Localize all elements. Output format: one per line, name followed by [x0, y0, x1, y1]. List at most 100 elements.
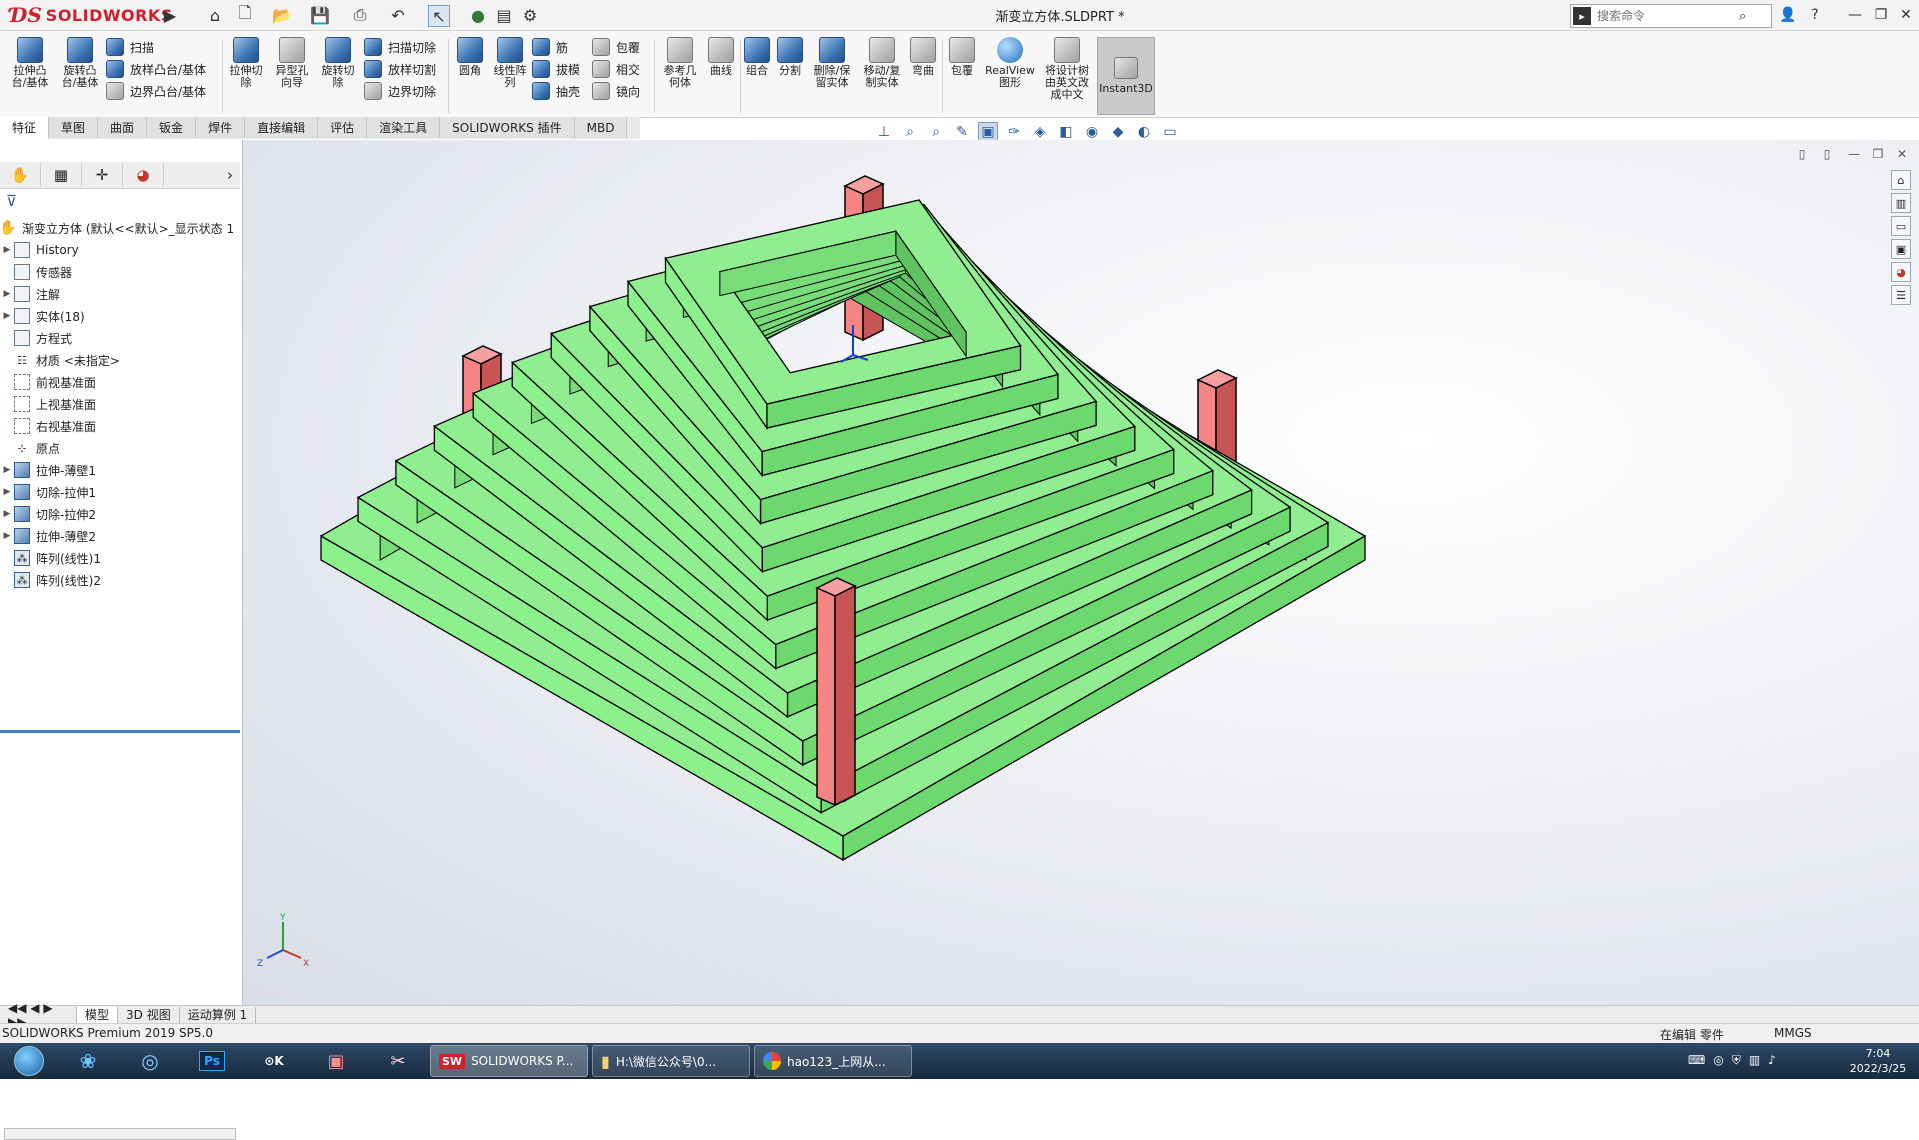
linear-pattern-button[interactable]: 线性阵 列 — [490, 37, 530, 89]
display-manager-tab-icon[interactable]: ◕ — [123, 163, 164, 187]
dynamic-annotation-icon[interactable]: ✑ — [1004, 122, 1024, 142]
expand-arrow-icon[interactable]: ▶ — [0, 245, 14, 255]
options-gear-icon[interactable]: ⚙ — [520, 5, 540, 25]
expand-arrow-icon[interactable]: ▶ — [0, 487, 14, 497]
view-orientation-icon[interactable]: ⊥ — [874, 122, 894, 142]
translate-tree-button[interactable]: 将设计树 由英文改 成中文 — [1040, 37, 1094, 101]
extrude-boss-button[interactable]: 拉伸凸 台/基体 — [8, 37, 52, 89]
lofted-cut-button[interactable]: 放样切割 — [364, 58, 436, 80]
search-input[interactable] — [1595, 8, 1739, 24]
viewport-split-icon[interactable]: ▯ — [1793, 146, 1811, 162]
search-command-box[interactable]: ▸ ⌕ — [1570, 4, 1772, 28]
tab-sheet-metal[interactable]: 钣金 — [147, 117, 197, 138]
tab-surfaces[interactable]: 曲面 — [98, 117, 148, 138]
revolve-boss-button[interactable]: 旋转凸 台/基体 — [58, 37, 102, 89]
tree-item[interactable]: ⊹ 原点 — [0, 437, 240, 459]
filter-icon[interactable]: ⊽ — [6, 192, 17, 214]
select-pointer-icon[interactable]: ↖ — [428, 5, 450, 27]
rollback-bar[interactable] — [0, 730, 240, 733]
tree-item[interactable]: 上视基准面 — [0, 393, 240, 415]
unit-system[interactable]: MMGS — [1774, 1026, 1812, 1040]
help-icon[interactable]: ? — [1802, 4, 1828, 26]
photoshop-app[interactable]: Ps — [190, 1045, 234, 1077]
hide-show-items-icon[interactable]: ◉ — [1082, 122, 1102, 142]
draft-button[interactable]: 拔模 — [532, 58, 580, 80]
curves-button[interactable]: 曲线 — [704, 37, 738, 77]
tree-item[interactable]: 方程式 — [0, 327, 240, 349]
shell-button[interactable]: 抽壳 — [532, 80, 580, 102]
tab-mbd[interactable]: MBD — [574, 117, 628, 138]
delete-keep-body-button[interactable]: 删除/保 留实体 — [808, 37, 856, 89]
rebuild-icon[interactable]: ● — [468, 5, 488, 25]
home-icon[interactable]: ⌂ — [205, 5, 225, 25]
featuremanager-tab-icon[interactable]: ✋ — [0, 163, 41, 187]
expand-arrow-icon[interactable]: ▶ — [0, 509, 14, 519]
new-file-icon[interactable]: 🗋 — [235, 3, 255, 25]
custom-properties-icon[interactable]: ☰ — [1891, 285, 1911, 305]
tree-item[interactable]: ▶ History — [0, 239, 240, 261]
app-icon-ok[interactable]: ⊙K — [252, 1045, 296, 1077]
tree-item[interactable]: 传感器 — [0, 261, 240, 283]
view-palette-icon[interactable]: ▣ — [1891, 239, 1911, 259]
restore-icon[interactable]: ❐ — [1868, 4, 1894, 26]
open-file-icon[interactable]: 📂 — [272, 5, 292, 25]
user-icon[interactable]: 👤 — [1775, 4, 1801, 26]
taskbar-clock[interactable]: 7:04 2022/3/25 — [1842, 1046, 1914, 1076]
display-style-icon[interactable]: ◧ — [1056, 122, 1076, 142]
viewport-minimize-icon[interactable]: — — [1845, 146, 1863, 162]
tree-item[interactable]: ⁂ 阵列(线性)2 — [0, 569, 240, 591]
previous-view-icon[interactable]: ✎ — [952, 122, 972, 142]
undo-icon[interactable]: ↶ — [388, 5, 408, 25]
tab-evaluate[interactable]: 评估 — [318, 117, 368, 138]
tree-item[interactable]: ☷ 材质 <未指定> — [0, 349, 240, 371]
viewport-close-icon[interactable]: ✕ — [1893, 146, 1911, 162]
tab-motion-study[interactable]: 运动算例 1 — [180, 1006, 257, 1023]
section-view-icon[interactable]: ▣ — [978, 122, 998, 142]
appearances-icon[interactable]: ◕ — [1891, 262, 1911, 282]
boundary-boss-button[interactable]: 边界凸台/基体 — [106, 80, 206, 102]
save-icon[interactable]: 💾 — [310, 5, 330, 25]
apply-scene-icon[interactable]: ◐ — [1134, 122, 1154, 142]
tree-item[interactable]: ▶ 实体(18) — [0, 305, 240, 327]
taskbar-window-browser[interactable]: hao123_上网从... — [754, 1045, 912, 1077]
reference-geometry-button[interactable]: 参考几 何体 — [658, 37, 702, 89]
graphics-area[interactable]: Y X Z ▯ ▯ — ❐ ✕ ⌂ ▥ ▭ ▣ ◕ ☰ — [243, 140, 1919, 1005]
extrude-cut-button[interactable]: 拉伸切 除 — [226, 37, 266, 89]
split-button[interactable]: 分割 — [775, 37, 805, 77]
taskbar-window-explorer[interactable]: ▮ H:\微信公众号\0... — [592, 1045, 750, 1077]
loft-boss-button[interactable]: 放样凸台/基体 — [106, 58, 206, 80]
view-orientation-cube-icon[interactable]: ◈ — [1030, 122, 1050, 142]
tree-item[interactable]: ▶ 拉伸-薄壁2 — [0, 525, 240, 547]
view-settings-icon[interactable]: ▭ — [1160, 122, 1180, 142]
tab-weldments[interactable]: 焊件 — [196, 117, 246, 138]
zoom-area-icon[interactable]: ⌕ — [926, 122, 946, 142]
flex-button[interactable]: 弯曲 — [908, 37, 938, 77]
expand-arrow-icon[interactable]: ▶ — [0, 311, 14, 321]
tree-item[interactable]: 前视基准面 — [0, 371, 240, 393]
tree-item[interactable]: 右视基准面 — [0, 415, 240, 437]
app-icon-4[interactable]: ✂ — [376, 1045, 420, 1077]
instant3d-button[interactable]: Instant3D — [1097, 37, 1155, 115]
move-copy-body-button[interactable]: 移动/复 制实体 — [858, 37, 906, 89]
network-icon[interactable]: ▥ — [1749, 1053, 1760, 1068]
sweep-button[interactable]: 扫描 — [106, 36, 206, 58]
zoom-to-fit-icon[interactable]: ⌕ — [900, 122, 920, 142]
security-icon[interactable]: ⛨ — [1732, 1053, 1741, 1068]
app-icon-3[interactable]: ▣ — [314, 1045, 358, 1077]
combine-button[interactable]: 组合 — [742, 37, 772, 77]
close-icon[interactable]: ✕ — [1893, 4, 1919, 26]
intersect-button[interactable]: 相交 — [592, 58, 640, 80]
magnifier-icon[interactable]: ⌕ — [1739, 9, 1746, 24]
tab-sketch[interactable]: 草图 — [49, 117, 99, 138]
app-icon-1[interactable]: ❀ — [66, 1045, 110, 1077]
tree-item[interactable]: ▶ 切除-拉伸1 — [0, 481, 240, 503]
expand-arrow-icon[interactable]: ▶ — [0, 289, 14, 299]
configuration-tab-icon[interactable]: ✛ — [82, 163, 123, 187]
viewport-restore-icon[interactable]: ❐ — [1869, 146, 1887, 162]
edit-appearance-icon[interactable]: ◆ — [1108, 122, 1128, 142]
tree-item[interactable]: ⁂ 阵列(线性)1 — [0, 547, 240, 569]
file-explorer-icon[interactable]: ▭ — [1891, 216, 1911, 236]
revolve-cut-button[interactable]: 旋转切 除 — [316, 37, 360, 89]
realview-button[interactable]: RealView 图形 — [982, 37, 1038, 89]
print-icon[interactable]: ⎙ — [350, 5, 370, 25]
